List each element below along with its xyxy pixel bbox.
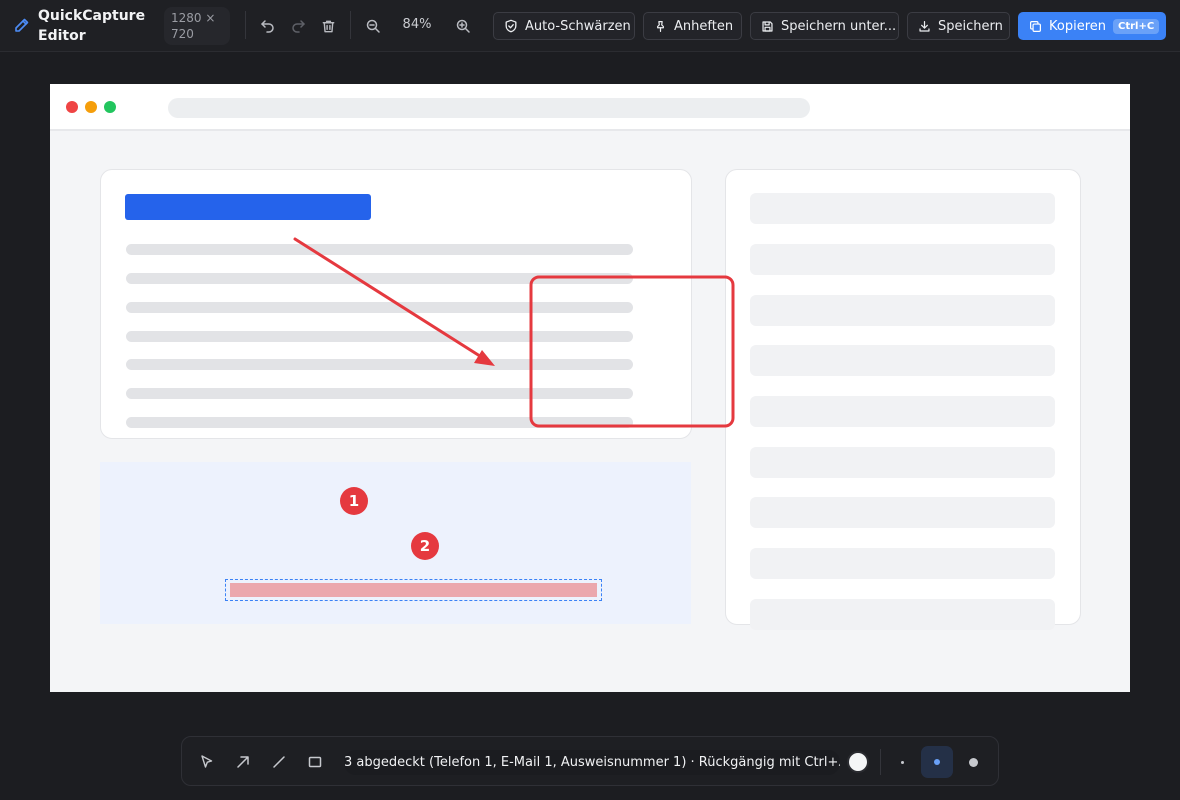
- arrow-annotation[interactable]: [293, 237, 485, 360]
- rectangle-tool-button[interactable]: [299, 746, 331, 778]
- rectangle-tool-icon: [308, 756, 322, 768]
- floppy-disk-icon: [762, 20, 773, 32]
- stroke-size-large-button[interactable]: [957, 746, 989, 778]
- top-toolbar: QuickCapture Editor 1280 × 720 84% Auto-…: [0, 0, 1180, 52]
- number-badge[interactable]: 2: [411, 532, 439, 560]
- redaction-status-toast: 3 abgedeckt (Telefon 1, E-Mail 1, Auswei…: [344, 750, 840, 775]
- select-tool-button[interactable]: [191, 746, 223, 778]
- pencil-icon: [14, 17, 30, 33]
- copy-label: Kopieren: [1049, 18, 1106, 34]
- editor-canvas[interactable]: 1 2: [50, 84, 1130, 692]
- app-title: QuickCapture Editor: [38, 8, 146, 44]
- large-dot-icon: [968, 757, 978, 767]
- stroke-size-small-button[interactable]: [886, 746, 918, 778]
- undo-icon[interactable]: [257, 15, 279, 37]
- copy-shortcut-badge: Ctrl+C: [1113, 18, 1160, 34]
- arrow-tool-icon: [237, 756, 249, 768]
- pin-button[interactable]: Anheften: [643, 12, 742, 40]
- toolbar-divider: [350, 11, 351, 39]
- save-button[interactable]: Speichern: [907, 12, 1010, 40]
- redaction-box[interactable]: [225, 579, 602, 601]
- dock-divider: [880, 749, 881, 775]
- save-as-button[interactable]: Speichern unter...: [750, 12, 899, 40]
- pin-icon: [657, 20, 664, 32]
- annotation-tool-dock: 3 abgedeckt (Telefon 1, E-Mail 1, Auswei…: [181, 736, 999, 786]
- stroke-size-medium-button[interactable]: [921, 746, 953, 778]
- rectangle-annotation[interactable]: [529, 275, 735, 428]
- arrow-tool-button[interactable]: [227, 746, 259, 778]
- download-icon: [919, 20, 930, 32]
- zoom-out-icon[interactable]: [362, 15, 384, 37]
- redaction-fill: [230, 583, 597, 597]
- auto-redact-button[interactable]: Auto-Schwärzen: [493, 12, 635, 40]
- small-dot-icon: [900, 760, 904, 764]
- save-as-label: Speichern unter...: [781, 18, 897, 34]
- color-swatch[interactable]: [847, 751, 869, 773]
- number-badge[interactable]: 1: [340, 487, 368, 515]
- zoom-level: 84%: [402, 17, 432, 32]
- redo-icon[interactable]: [287, 15, 309, 37]
- zoom-in-icon[interactable]: [452, 15, 474, 37]
- trash-icon[interactable]: [317, 15, 339, 37]
- cursor-icon: [201, 755, 213, 768]
- save-label: Speichern: [938, 18, 1003, 34]
- line-tool-button[interactable]: [263, 746, 295, 778]
- copy-button[interactable]: Kopieren Ctrl+C: [1018, 12, 1166, 40]
- image-dimensions-badge: 1280 × 720: [164, 7, 230, 45]
- medium-dot-icon: [934, 759, 940, 765]
- line-tool-icon: [273, 756, 285, 768]
- toolbar-divider: [245, 11, 246, 39]
- shield-icon: [505, 19, 517, 33]
- pin-label: Anheften: [674, 18, 734, 34]
- copy-icon: [1030, 20, 1041, 32]
- arrow-annotation-head: [474, 350, 495, 366]
- auto-redact-label: Auto-Schwärzen: [525, 18, 631, 34]
